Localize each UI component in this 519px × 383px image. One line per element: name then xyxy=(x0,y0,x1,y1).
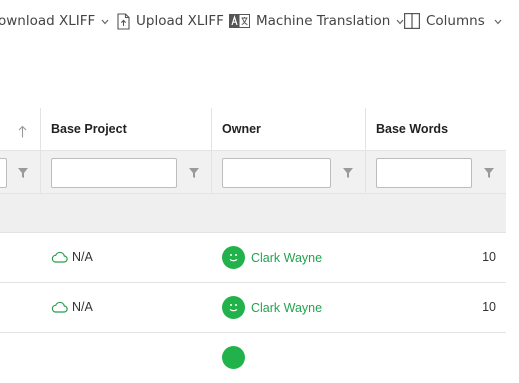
column-divider[interactable] xyxy=(211,108,212,194)
chevron-down-icon xyxy=(101,13,109,29)
upload-xliff-button[interactable]: Upload XLIFF xyxy=(117,10,224,32)
group-row xyxy=(0,194,506,233)
owner-name-link[interactable]: Clark Wayne xyxy=(251,251,322,265)
cloud-icon xyxy=(51,301,68,313)
filter-input-base-words[interactable] xyxy=(376,158,472,188)
base-words-value: 10 xyxy=(482,250,496,264)
column-header-label: Owner xyxy=(222,122,261,136)
base-project-value: N/A xyxy=(72,250,93,264)
avatar xyxy=(222,296,245,319)
columns-icon xyxy=(404,13,420,29)
toolbar: ownload XLIFF Upload XLIFF Machine Trans… xyxy=(0,0,519,42)
upload-file-icon xyxy=(117,12,130,30)
filter-input[interactable] xyxy=(0,158,7,188)
download-xliff-button[interactable]: ownload XLIFF xyxy=(0,10,109,32)
avatar xyxy=(222,246,245,269)
avatar xyxy=(222,346,245,369)
column-header-base-words[interactable]: Base Words xyxy=(366,108,506,150)
filter-icon[interactable] xyxy=(16,165,30,179)
filter-icon[interactable] xyxy=(341,165,355,179)
base-words-value: 10 xyxy=(482,300,496,314)
sort-arrow-up-icon[interactable] xyxy=(18,123,27,142)
filter-icon[interactable] xyxy=(187,165,201,179)
table-row[interactable] xyxy=(0,333,506,383)
base-project-cell: N/A xyxy=(51,300,93,314)
data-grid: Base Project Owner Base Words N/A Clark … xyxy=(0,108,506,383)
filter-icon[interactable] xyxy=(482,165,496,179)
filter-row xyxy=(0,150,506,194)
column-header-label: Base Project xyxy=(51,122,127,136)
table-row[interactable]: N/A Clark Wayne 10 xyxy=(0,283,506,333)
columns-button[interactable]: Columns xyxy=(404,10,502,32)
scrollbar-gutter[interactable] xyxy=(506,108,519,350)
columns-label: Columns xyxy=(426,13,485,29)
cloud-icon xyxy=(51,251,68,263)
chevron-down-icon xyxy=(494,13,502,29)
filter-input-owner[interactable] xyxy=(222,158,331,188)
owner-cell[interactable]: Clark Wayne xyxy=(222,296,322,319)
download-xliff-label: ownload XLIFF xyxy=(0,13,96,29)
upload-xliff-label: Upload XLIFF xyxy=(136,13,224,29)
owner-name-link[interactable]: Clark Wayne xyxy=(251,301,322,315)
owner-cell[interactable]: Clark Wayne xyxy=(222,246,322,269)
base-project-value: N/A xyxy=(72,300,93,314)
table-row[interactable]: N/A Clark Wayne 10 xyxy=(0,233,506,283)
grid-header: Base Project Owner Base Words xyxy=(0,108,506,150)
column-header-label: Base Words xyxy=(376,122,449,136)
column-header-owner[interactable]: Owner xyxy=(212,108,365,150)
base-project-cell: N/A xyxy=(51,250,93,264)
column-divider[interactable] xyxy=(40,108,41,194)
machine-translation-label: Machine Translation xyxy=(256,13,391,29)
translate-icon xyxy=(229,14,250,28)
machine-translation-button[interactable]: Machine Translation xyxy=(229,10,404,32)
column-divider[interactable] xyxy=(365,108,366,194)
column-header-base-project[interactable]: Base Project xyxy=(41,108,211,150)
filter-input-base-project[interactable] xyxy=(51,158,177,188)
